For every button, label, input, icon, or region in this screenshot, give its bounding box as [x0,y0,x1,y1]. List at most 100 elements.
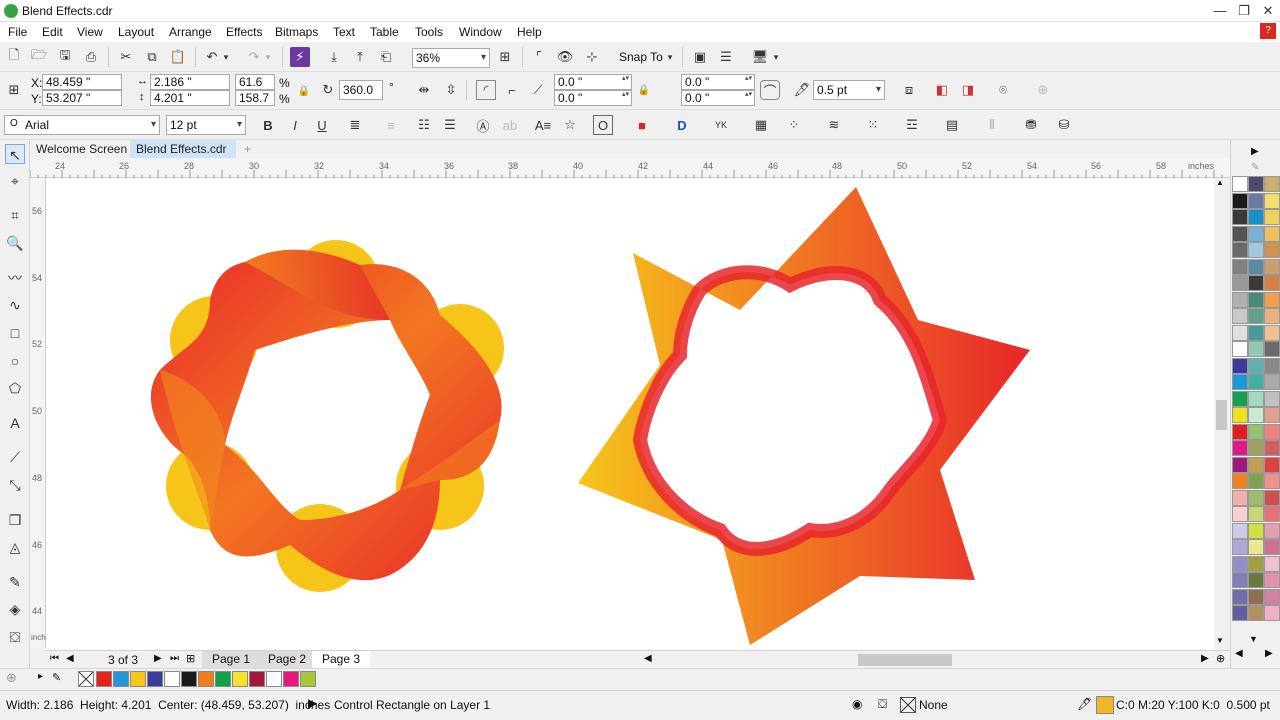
document-color-swatch[interactable] [181,671,197,687]
palette-color-swatch[interactable] [1264,374,1280,390]
relative-corner-icon[interactable]: ⌒ [760,80,780,100]
macro-icon[interactable]: ⛃ [1021,115,1041,135]
justify-icon[interactable]: ≡ [381,115,401,135]
palette-color-swatch[interactable] [1264,588,1280,605]
palette-eyedropper-icon[interactable]: ✎ [1251,162,1259,173]
scroll-up-icon[interactable]: ▲ [1216,178,1224,187]
palette-color-swatch[interactable] [1232,588,1248,605]
palette-expand-icon[interactable]: ▶ [1251,146,1259,157]
close-button[interactable]: ✕ [1256,2,1280,20]
snap-to-dropdown[interactable]: Snap To [619,50,663,64]
menu-layout[interactable]: Layout [118,25,154,39]
object-origin-icon[interactable]: ⊞ [4,80,24,100]
palette-color-swatch[interactable] [1232,440,1248,456]
palette-color-swatch[interactable] [1232,258,1248,275]
smart-fill-tool-icon[interactable]: ⛋ [5,627,25,647]
star-shape[interactable] [578,187,1030,645]
palette-color-swatch[interactable] [1264,192,1280,209]
application-launcher-icon[interactable]: 🖥 [750,47,770,67]
palette-color-swatch[interactable] [1264,456,1280,473]
menu-edit[interactable]: Edit [42,25,63,39]
scroll-left-icon[interactable]: ◀ [644,653,652,664]
outline-width-combo[interactable]: 0.5 pt [813,80,885,100]
copy-icon[interactable]: ⧉ [142,47,162,67]
palette-scroll-left-icon[interactable]: ◀ [1235,648,1243,659]
palette-color-swatch[interactable] [1232,572,1248,588]
palette-color-swatch[interactable] [1248,390,1264,407]
polygon-tool-icon[interactable]: ⬠ [5,378,25,398]
menu-bitmaps[interactable]: Bitmaps [275,25,318,39]
corner-bottom-right-field[interactable]: 0.0 " [681,90,755,106]
document-color-swatch[interactable] [198,671,214,687]
palette-color-swatch[interactable] [1264,225,1280,242]
palette-color-swatch[interactable] [1248,209,1264,225]
palette-color-swatch[interactable] [1248,258,1264,275]
vertical-scrollbar[interactable]: ▲ ▼ [1214,178,1229,650]
document-color-swatch[interactable] [283,671,299,687]
save-icon[interactable]: 🖫 [55,47,75,67]
palette-color-swatch[interactable] [1248,489,1264,506]
palette-color-swatch[interactable] [1248,407,1264,423]
y-position-field[interactable]: 53.207 " [42,90,122,106]
palette-color-swatch[interactable] [1264,423,1280,440]
width-field[interactable]: 2.186 " [150,74,230,90]
document-color-swatch[interactable] [266,671,282,687]
palette-color-swatch[interactable] [1232,275,1248,291]
rectangle-tool-icon[interactable]: □ [5,323,25,343]
round-corner-icon[interactable]: ◜ [476,80,496,100]
palette-color-swatch[interactable] [1248,308,1264,324]
palette-color-swatch[interactable] [1232,407,1248,423]
palette-color-swatch[interactable] [1248,456,1264,473]
export-icon[interactable]: ⤒ [350,47,370,67]
zoom-fit-icon[interactable]: ⊞ [495,47,515,67]
columns-icon[interactable]: ⫴ [982,115,1002,135]
lock-ratio-icon[interactable]: 🔒 [294,81,314,101]
edit-text-icon[interactable]: ab [500,115,520,135]
table-icon[interactable]: ▤ [942,115,962,135]
artistic-media-tool-icon[interactable]: ∿ [5,295,25,315]
menu-arrange[interactable]: Arrange [169,25,212,39]
palette-color-swatch[interactable] [1264,308,1280,324]
color-grid-icon[interactable]: ▦ [751,115,771,135]
menu-table[interactable]: Table [370,25,399,39]
mirror-vertical-icon[interactable]: ⇳ [441,80,461,100]
document-color-swatch[interactable] [249,671,265,687]
cmyk-icon[interactable]: YK [711,115,731,135]
text-frame-icon[interactable]: A≡ [533,115,553,135]
chamfered-corner-icon[interactable]: ⟋ [528,80,548,100]
dots-icon[interactable]: ⁘ [784,115,804,135]
document-color-swatch[interactable] [130,671,146,687]
palette-color-swatch[interactable] [1248,572,1264,588]
wrap-text-icon[interactable]: ⧈ [899,80,919,100]
palette-color-swatch[interactable] [1248,275,1264,291]
menu-view[interactable]: View [77,25,103,39]
redo-icon[interactable]: ↷ [244,47,264,67]
text-align-icon[interactable]: ≣ [345,115,365,135]
palette-color-swatch[interactable] [1232,225,1248,242]
open-folder-icon[interactable]: 🗁 [29,47,49,67]
palette-color-swatch[interactable] [1232,357,1248,374]
options-icon[interactable]: ☰ [716,47,736,67]
palette-color-swatch[interactable] [1264,209,1280,225]
palette-color-swatch[interactable] [1248,242,1264,258]
palette-color-swatch[interactable] [1232,291,1248,308]
palette-color-swatch[interactable] [1248,357,1264,374]
import-icon[interactable]: ⤓ [324,47,344,67]
last-page-icon[interactable]: ⏭ [170,653,179,664]
rainbow-icon[interactable]: ≋ [824,115,844,135]
zoom-level-combo[interactable]: 36% [412,48,490,68]
corner-bottom-left-field[interactable]: 0.0 " [554,90,632,106]
zoom-navigator-icon[interactable]: ⊕ [1216,652,1225,665]
underline-icon[interactable]: U [312,115,332,135]
palette-color-swatch[interactable] [1264,572,1280,588]
to-front-icon[interactable]: ◧ [932,80,952,100]
add-icon[interactable]: ⊕ [1033,80,1053,100]
freehand-tool-icon[interactable]: 〰 [5,268,25,288]
to-back-icon[interactable]: ◨ [958,80,978,100]
palette-color-swatch[interactable] [1248,539,1264,555]
bullet-list-icon[interactable]: ☷ [414,115,434,135]
palette-color-swatch[interactable] [1232,308,1248,324]
search-content-icon[interactable]: ⚡ [290,47,310,67]
palette-color-swatch[interactable] [1232,209,1248,225]
text-tool-icon[interactable]: A [5,413,25,433]
